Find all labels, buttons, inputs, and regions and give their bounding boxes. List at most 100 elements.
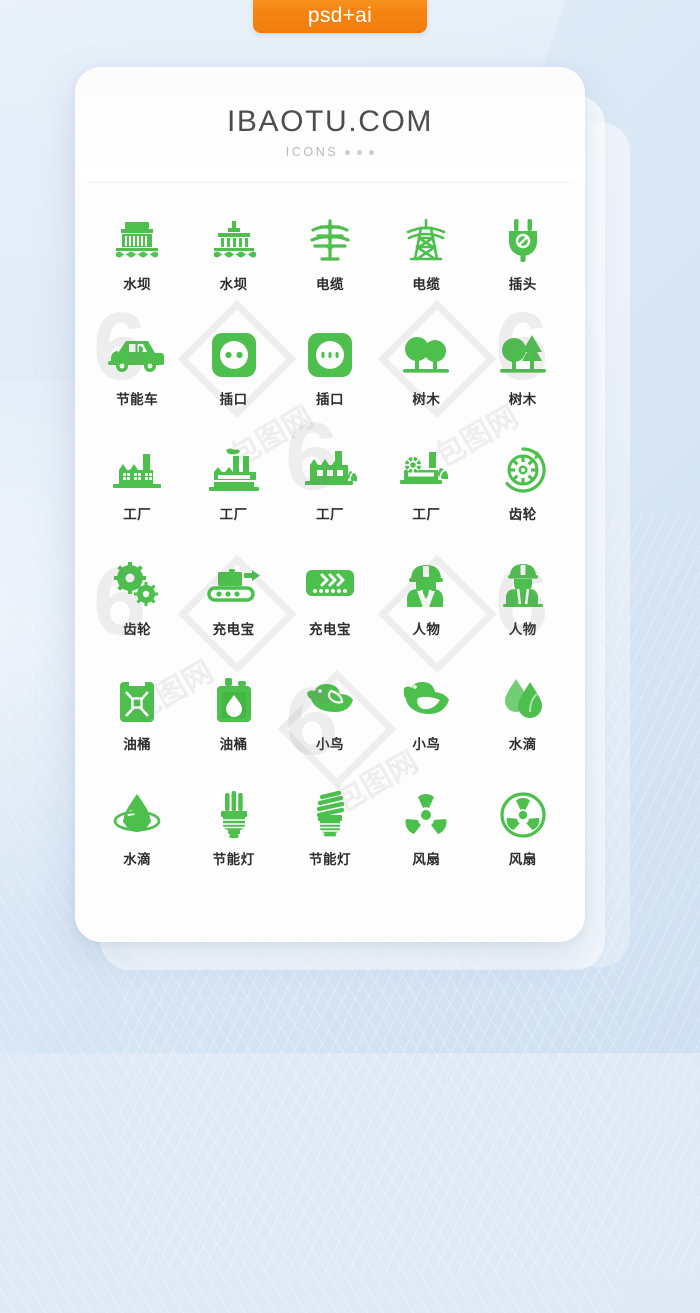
icon-set-card: IBAOTU.COM ICONS 水坝 水坝 电缆 电缆 插头 节能车 插口 插… (75, 67, 585, 942)
icon-label: 齿轮 (123, 622, 152, 638)
worker-alt-icon (487, 554, 559, 616)
icon-cell-socket-three[interactable]: 插口 (282, 324, 378, 439)
icon-cell-factory-smoke[interactable]: 工厂 (185, 439, 281, 554)
icon-cell-power-bank[interactable]: 充电宝 (282, 554, 378, 669)
icon-label: 充电宝 (308, 622, 351, 638)
icon-label: 油桶 (123, 737, 152, 753)
icon-label: 电缆 (315, 277, 344, 293)
gear-recycle-icon (487, 439, 559, 501)
water-drop-ripple-icon (101, 784, 173, 846)
icon-cell-factory-eco[interactable]: 工厂 (378, 439, 474, 554)
icon-cell-gears[interactable]: 齿轮 (89, 554, 185, 669)
icon-cell-power-pylon[interactable]: 电缆 (282, 209, 378, 324)
icon-cell-worker-alt[interactable]: 人物 (475, 554, 571, 669)
subtitle-row: ICONS (286, 145, 375, 159)
icon-label: 插头 (508, 277, 537, 293)
bird-alt-icon (390, 669, 462, 731)
dam-alt-icon (198, 209, 270, 271)
power-tower-icon (390, 209, 462, 271)
icon-cell-worker[interactable]: 人物 (378, 554, 474, 669)
dam-icon (101, 209, 173, 271)
jerrycan-drop-icon (198, 669, 270, 731)
icon-label: 节能车 (116, 392, 159, 408)
icon-label: 水坝 (219, 277, 248, 293)
icon-label: 水滴 (123, 852, 152, 868)
icon-cell-dam-alt[interactable]: 水坝 (185, 209, 281, 324)
icon-cell-spiral-lamp[interactable]: 节能灯 (282, 784, 378, 899)
icon-cell-eco-car[interactable]: 节能车 (89, 324, 185, 439)
power-bank-icon (294, 554, 366, 616)
icon-cell-energy-lamp[interactable]: 节能灯 (185, 784, 281, 899)
icon-label: 插口 (315, 392, 344, 408)
factory-eco-icon (390, 439, 462, 501)
icon-label: 风扇 (508, 852, 537, 868)
plug-icon (487, 209, 559, 271)
icon-label: 充电宝 (212, 622, 255, 638)
icon-cell-fan[interactable]: 风扇 (378, 784, 474, 899)
socket-two-hole-icon (198, 324, 270, 386)
power-pylon-icon (294, 209, 366, 271)
icon-label: 油桶 (219, 737, 248, 753)
gears-icon (101, 554, 173, 616)
icon-cell-factory[interactable]: 工厂 (89, 439, 185, 554)
icon-label: 人物 (508, 622, 537, 638)
dot-icon (357, 149, 363, 155)
icon-cell-trees[interactable]: 树木 (378, 324, 474, 439)
icon-label: 工厂 (123, 507, 152, 523)
icon-cell-factory-leaf[interactable]: 工厂 (282, 439, 378, 554)
worker-icon (390, 554, 462, 616)
page-title: IBAOTU.COM (226, 105, 433, 138)
socket-three-hole-icon (294, 324, 366, 386)
icon-cell-bird[interactable]: 小鸟 (282, 669, 378, 784)
trees-icon (390, 324, 462, 386)
icon-cell-water-drops[interactable]: 水滴 (475, 669, 571, 784)
conveyor-icon (198, 554, 270, 616)
icon-label: 工厂 (315, 507, 344, 523)
icon-cell-jerrycan-drop[interactable]: 油桶 (185, 669, 281, 784)
bird-icon (294, 669, 366, 731)
icon-label: 工厂 (412, 507, 441, 523)
icon-label: 小鸟 (412, 737, 441, 753)
icon-label: 人物 (412, 622, 441, 638)
dot-icon (345, 149, 351, 155)
icon-label: 插口 (219, 392, 248, 408)
jerrycan-icon (101, 669, 173, 731)
icon-cell-fan-circle[interactable]: 风扇 (475, 784, 571, 899)
icon-label: 树木 (412, 392, 441, 408)
icon-cell-bird-alt[interactable]: 小鸟 (378, 669, 474, 784)
energy-lamp-icon (198, 784, 270, 846)
icon-cell-power-tower[interactable]: 电缆 (378, 209, 474, 324)
icon-cell-socket-two[interactable]: 插口 (185, 324, 281, 439)
icon-label: 节能灯 (212, 852, 255, 868)
icon-label: 水滴 (508, 737, 537, 753)
icon-cell-conveyor[interactable]: 充电宝 (185, 554, 281, 669)
icon-label: 节能灯 (308, 852, 351, 868)
factory-leaf-icon (294, 439, 366, 501)
icon-cell-plug[interactable]: 插头 (475, 209, 571, 324)
tree-pine-icon (487, 324, 559, 386)
spiral-lamp-icon (294, 784, 366, 846)
icon-cell-jerrycan[interactable]: 油桶 (89, 669, 185, 784)
eco-car-icon (101, 324, 173, 386)
icon-label: 风扇 (412, 852, 441, 868)
icon-label: 电缆 (412, 277, 441, 293)
icon-label: 树木 (508, 392, 537, 408)
icon-label: 工厂 (219, 507, 248, 523)
page-subtitle: ICONS (285, 145, 339, 159)
fan-circle-icon (487, 784, 559, 846)
icon-cell-gear-recycle[interactable]: 齿轮 (475, 439, 571, 554)
psd-ai-badge-label: psd+ai (307, 4, 373, 27)
icon-label: 小鸟 (315, 737, 344, 753)
icon-cell-tree-pine[interactable]: 树木 (475, 324, 571, 439)
icon-cell-water-drop-ripple[interactable]: 水滴 (89, 784, 185, 899)
icon-label: 水坝 (123, 277, 152, 293)
water-drops-icon (487, 669, 559, 731)
fan-icon (390, 784, 462, 846)
icon-cell-dam[interactable]: 水坝 (89, 209, 185, 324)
factory-icon (101, 439, 173, 501)
psd-ai-badge[interactable]: psd+ai (253, 0, 427, 33)
factory-smoke-icon (198, 439, 270, 501)
icon-label: 齿轮 (508, 507, 537, 523)
card-header: IBAOTU.COM ICONS (75, 67, 585, 182)
dot-icon (369, 149, 375, 155)
